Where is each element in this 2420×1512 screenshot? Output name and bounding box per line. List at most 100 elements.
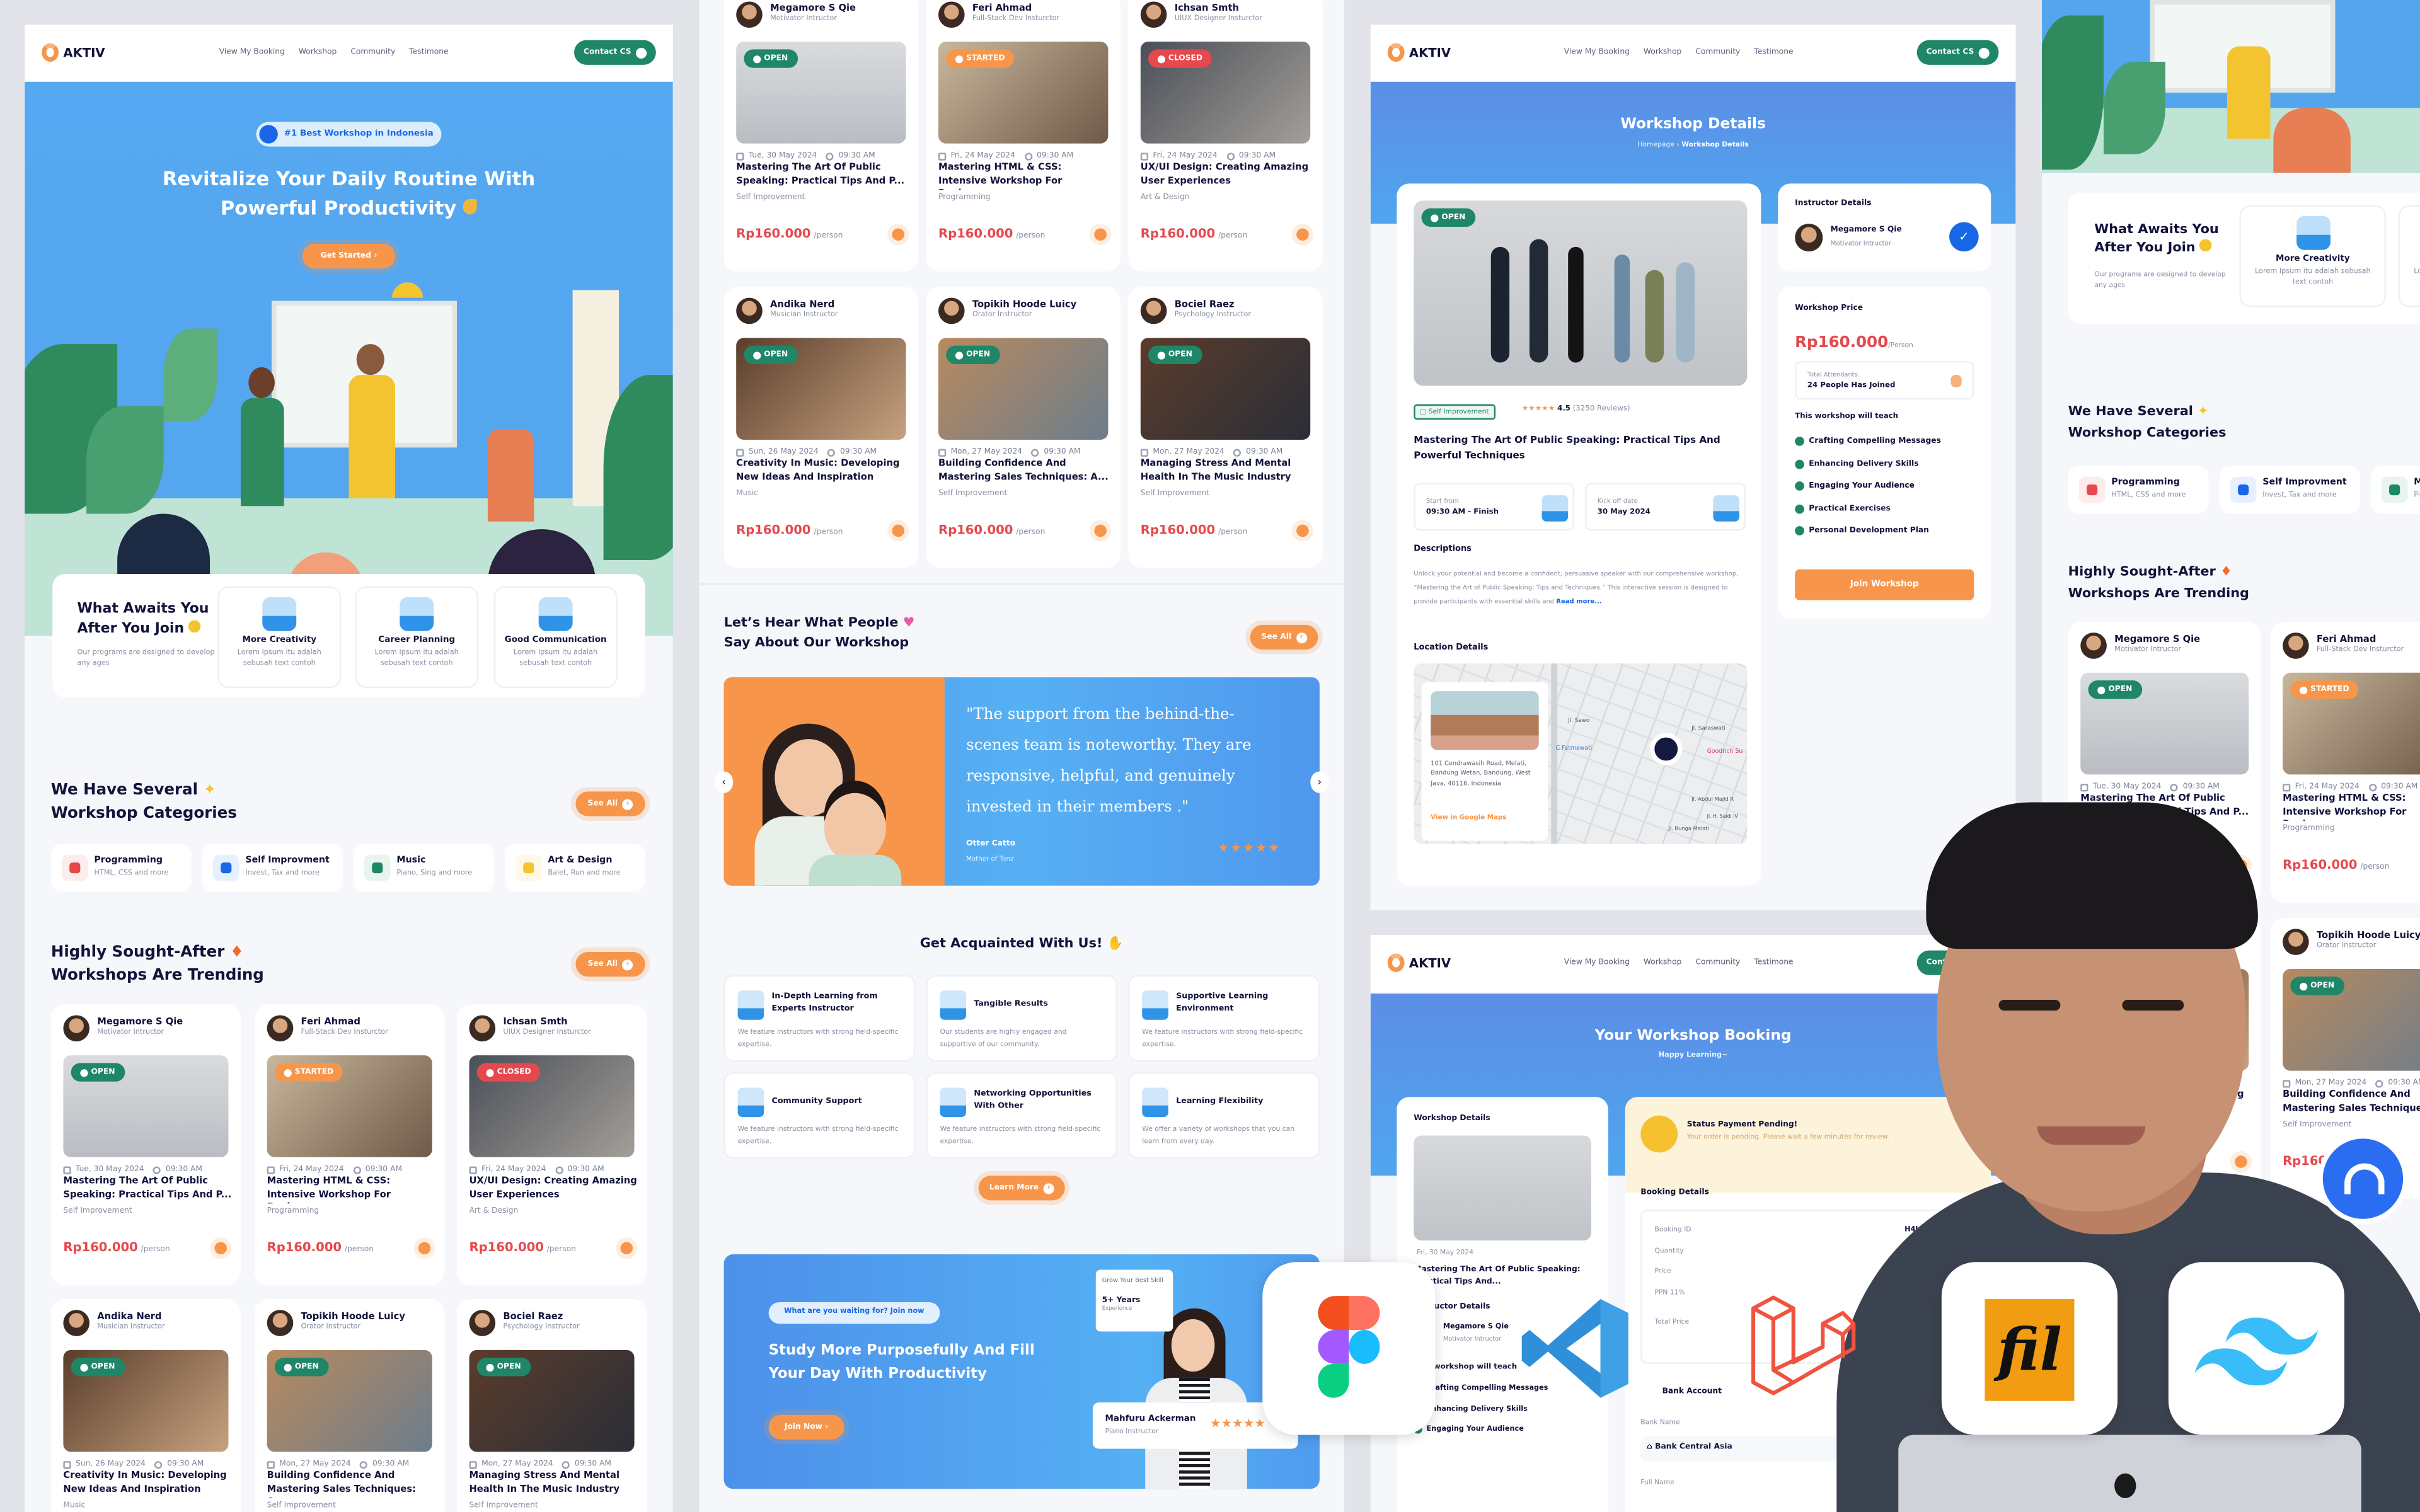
workshop-title[interactable]: Mastering The Art Of Public Speaking: Pr… [736, 162, 909, 190]
category-self-improvment[interactable]: Self Improvment Invest, Tax and more [202, 844, 343, 892]
workshop-card[interactable]: Feri Ahmad Full-Stack Dev Insturctor START… [255, 1004, 445, 1286]
workshop-time: 09:30 AM [567, 1164, 604, 1174]
carousel-prev-button[interactable]: ‹ [714, 771, 734, 793]
workshop-card[interactable]: Ichsan Smth UIUX Designer Insturctor CLOSE… [1128, 0, 1323, 272]
workshop-category: Self Improvement [1140, 489, 1210, 499]
contact-cs-button[interactable]: Contact CS [574, 40, 656, 65]
nav-link-view-my-booking[interactable]: View My Booking [219, 48, 285, 57]
nav-link-community[interactable]: Community [350, 48, 395, 57]
workshop-title[interactable]: Mastering HTML & CSS: Intensive Workshop… [938, 162, 1111, 190]
workshop-photo: OPEN [938, 338, 1109, 440]
workshop-title[interactable]: Managing Stress And Mental Health In The… [1141, 458, 1313, 486]
logo[interactable]: AKTIV [42, 43, 105, 62]
cta-title: Study More Purposefully And Fill [768, 1342, 1035, 1360]
arrow-right-button[interactable] [1296, 228, 1309, 241]
arrow-right-button[interactable] [418, 1242, 431, 1255]
workshop-card[interactable]: Feri Ahmad Full-Stack Dev Insturctor START… [926, 0, 1121, 272]
carousel-next-button[interactable]: › [1310, 771, 1329, 793]
workshop-card[interactable]: Ichsan Smth UIUX Designer Insturctor CLOSE… [456, 1004, 647, 1286]
category-art-design[interactable]: Art & Design Balet, Run and more [504, 844, 645, 892]
workshop-title[interactable]: Managing Stress And Mental Health In The… [469, 1470, 637, 1498]
nav-link-workshop[interactable]: Workshop [1644, 958, 1681, 968]
status-badge: OPEN [71, 1358, 125, 1377]
category-self-improvment[interactable]: Self Improvment Invest, Tax and more [2219, 466, 2360, 514]
kickoff-label: Kick off date [1597, 496, 1638, 505]
calendar-icon [938, 448, 947, 456]
arrow-right-button[interactable] [1296, 524, 1309, 537]
workshop-card[interactable]: Bociel Raez Psychology Instructor OPEN Mon,… [1128, 287, 1323, 568]
category-programming[interactable]: Programming HTML, CSS and more [50, 844, 192, 892]
nav-link-testimone[interactable]: Testimone [1754, 958, 1793, 968]
nav-link-community[interactable]: Community [1695, 48, 1740, 57]
arrow-right-button[interactable] [620, 1242, 633, 1255]
workshop-time: 09:30 AM [167, 1459, 204, 1469]
trending-see-all-button[interactable]: See All › [575, 952, 645, 977]
workshop-card[interactable]: Andika NerdMusician InstructorOPENSun, 2… [50, 1299, 241, 1512]
arrow-right-button[interactable] [1094, 228, 1107, 241]
instructor-role: Motivator Intructor [770, 15, 837, 23]
workshop-price: Rp160.000/person [736, 227, 843, 241]
category-programming[interactable]: Programming HTML, CSS and more [2068, 466, 2209, 514]
categories-see-all-button[interactable]: See All › [575, 791, 645, 816]
calendar-icon [2080, 782, 2089, 791]
avatar [736, 297, 763, 324]
workshop-title[interactable]: Mastering The Art Of Public Speaking: Pr… [63, 1176, 231, 1203]
logo-mark-icon [1387, 953, 1405, 972]
perk-illustration-icon [538, 597, 573, 631]
workshop-title[interactable]: UX/UI Design: Creating Amazing User Expe… [1141, 162, 1313, 190]
breadcrumb-home-link[interactable]: Homepage [1637, 142, 1674, 149]
workshop-title[interactable]: Building Confidence And Mastering Sales … [938, 458, 1111, 486]
location-map[interactable]: Jl. Sawo Jl. Saraswati C Fatmawati Goodr… [1414, 663, 1748, 844]
nav-link-workshop[interactable]: Workshop [299, 48, 337, 57]
status-badge-text: OPEN [764, 54, 788, 64]
logo[interactable]: AKTIV [1387, 43, 1451, 62]
arrow-right-button[interactable] [214, 1242, 228, 1255]
nav-link-view-my-booking[interactable]: View My Booking [1564, 48, 1630, 57]
category-tag-text: Self Improvement [1428, 408, 1489, 417]
learn-more-button[interactable]: Learn More › [978, 1176, 1065, 1201]
contact-cs-button[interactable]: Contact CS [1916, 40, 1999, 65]
workshop-title[interactable]: Building Confidence And Mastering Sales … [267, 1470, 435, 1498]
join-workshop-button[interactable]: Join Workshop [1795, 569, 1974, 600]
workshop-card[interactable]: Megamore S Qie Motivator Intructor OPEN Tue… [50, 1004, 241, 1286]
testimonial-see-all-button[interactable]: See All › [1250, 624, 1318, 650]
arrow-right-button[interactable] [892, 228, 905, 241]
avatar [267, 1310, 294, 1336]
arrow-right-button[interactable] [1094, 524, 1107, 537]
workshop-category: Self Improvement [736, 193, 805, 202]
workshop-title[interactable]: Mastering HTML & CSS: Intensive Workshop… [267, 1176, 435, 1203]
workshop-category: Art & Design [469, 1206, 519, 1216]
arrow-right-button[interactable] [892, 524, 905, 537]
nav-link-view-my-booking[interactable]: View My Booking [1564, 958, 1630, 968]
category-desc: Balet, Run and more [548, 870, 621, 878]
workshop-price: Rp160.000/person [938, 523, 1045, 537]
workshop-card[interactable]: Megamore S Qie Motivator Intructor OPEN Tue… [723, 0, 919, 272]
workshop-title[interactable]: UX/UI Design: Creating Amazing User Expe… [469, 1176, 637, 1203]
teach-list: Crafting Compelling Messages Enhancing De… [1795, 437, 1941, 549]
nav-link-testimone[interactable]: Testimone [409, 48, 448, 57]
workshop-card[interactable]: Topikih Hoode Luicy Orator Instructor OPEN… [926, 287, 1121, 568]
workshop-photo: OPEN [469, 1349, 635, 1452]
code-icon [61, 854, 88, 881]
nav-link-workshop[interactable]: Workshop [1644, 48, 1681, 57]
google-maps-link[interactable]: View in Google Maps [1431, 813, 1506, 821]
category-music[interactable]: Music Piano, Sing and more [2370, 466, 2420, 514]
workshop-card[interactable]: Andika NerdMusician InstructorOPENSun, 2… [723, 287, 919, 568]
calendar-icon [267, 1460, 275, 1469]
workshop-title[interactable]: Creativity In Music: Developing New Idea… [63, 1470, 231, 1498]
logo[interactable]: AKTIV [1387, 953, 1451, 972]
instructor-role: Motivator Intructor [1443, 1334, 1502, 1343]
read-more-link[interactable]: Read more... [1556, 597, 1601, 605]
workshop-title[interactable]: Creativity In Music: Developing New Idea… [736, 458, 909, 486]
nav-link-testimone[interactable]: Testimone [1754, 48, 1793, 57]
workshop-date: Fri, 24 May 2024 [1153, 151, 1218, 161]
nav-link-community[interactable]: Community [1695, 958, 1740, 968]
workshop-photo: CLOSED [469, 1055, 635, 1157]
join-now-button[interactable]: Join Now › [768, 1414, 844, 1440]
workshop-photo: OPEN [1140, 338, 1311, 440]
workshop-card[interactable]: Bociel Raez Psychology Instructor OPEN Mon,… [456, 1299, 647, 1512]
category-music[interactable]: Music Piano, Sing and more [353, 844, 494, 892]
workshop-card[interactable]: Topikih Hoode Luicy Orator Instructor OPEN… [255, 1299, 445, 1512]
status-icon [955, 54, 964, 63]
get-started-button[interactable]: Get Started › [302, 243, 395, 269]
